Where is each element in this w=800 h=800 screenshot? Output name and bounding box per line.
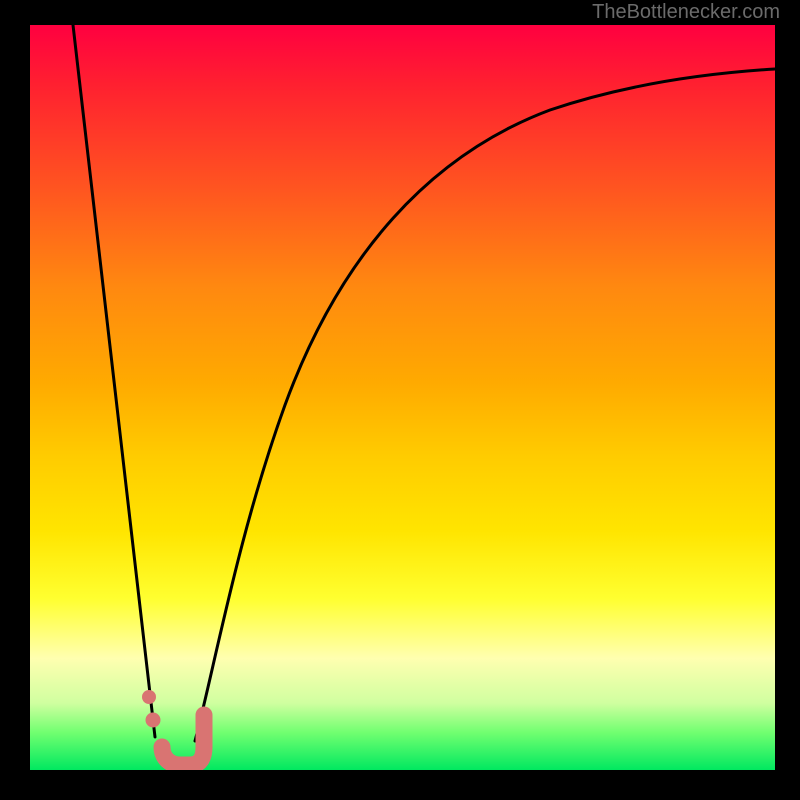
watermark-text: TheBottlenecker.com [592,1,780,24]
plot-background [30,25,775,770]
chart-container: TheBottlenecker.com [0,0,800,800]
